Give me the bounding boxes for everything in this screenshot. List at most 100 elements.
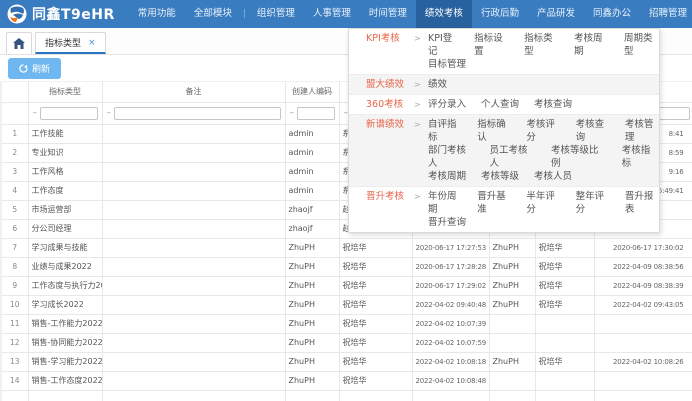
refresh-button[interactable]: 刷新 [8,58,61,79]
menu-category-label[interactable]: 360考核 [366,98,414,111]
menu-item[interactable]: 考核查询 [534,98,572,111]
table-cell: 祝培华 [535,352,594,371]
menu-item[interactable]: 员工考核人 [490,144,537,170]
menu-item[interactable]: 自评指标 [428,118,462,144]
menu-item[interactable]: 考核周期 [574,32,609,58]
table-cell [594,371,692,390]
table-cell [102,352,285,371]
empty-cell [28,390,102,401]
chevron-right-icon: > [414,118,428,131]
performance-menu-dropdown: KPI考核>KPI登记指标设置指标类型考核周期周期类型目标管理盟大绩效>绩效36… [348,28,660,233]
menu-item[interactable]: 目标管理 [428,58,466,71]
menu-item[interactable]: 考核评分 [526,118,560,144]
empty-cell [2,390,28,401]
table-cell: 销售-工作态度2022 [28,371,102,390]
menu-item[interactable]: 考核管理 [625,118,659,144]
table-cell: 销售-学习能力2022 [28,352,102,371]
table-cell [102,238,285,257]
menu-item[interactable]: 周期类型 [624,32,659,58]
column-header: 指标类型 [28,82,102,102]
table-row[interactable]: 8业绩与成果2022ZhuPH祝培华2020-06-17 17:28:28Zhu… [2,257,692,276]
table-cell: 市场运营部 [28,200,102,219]
table-cell [535,371,594,390]
filter-input[interactable] [114,107,281,120]
menu-item[interactable]: 考核人员 [534,170,572,183]
menu-item[interactable]: 评分录入 [428,98,466,111]
table-cell: ZhuPH [489,295,535,314]
menu-item[interactable]: 考核等级比例 [551,144,607,170]
table-cell: admin [285,181,339,200]
table-cell: 工作态度与执行力2022 [28,276,102,295]
menu-category-label[interactable]: 盟大绩效 [366,78,414,91]
nav-item[interactable]: 常用功能 [129,0,185,28]
menu-item[interactable]: 晋升查询 [428,216,466,229]
menu-item[interactable]: 绩效 [428,78,447,91]
filter-input[interactable] [297,107,335,120]
table-cell [102,276,285,295]
menu-item[interactable]: 指标类型 [524,32,559,58]
table-cell: 销售-工作能力2022 [28,314,102,333]
nav-item[interactable]: 绩效考核 [416,0,472,28]
filter-cell: – [285,102,339,124]
table-cell [102,200,285,219]
nav-item[interactable]: 全部模块 [185,0,241,28]
nav-item[interactable]: 同鑫办公 [584,0,640,28]
filter-menu-dash[interactable]: – [107,108,112,118]
table-row[interactable]: 12销售-协同能力2022ZhuPH祝培华2022-04-02 10:07:59 [2,333,692,352]
tab-indicator-type[interactable]: 指标类型 × [35,32,106,54]
nav-item[interactable]: 行政后勤 [472,0,528,28]
close-icon[interactable]: × [88,38,96,48]
menu-item[interactable]: 考核查询 [576,118,610,144]
menu-item[interactable]: 年份周期 [428,190,462,216]
menu-item[interactable]: 部门考核人 [428,144,475,170]
table-cell: 祝培华 [339,352,412,371]
filter-menu-dash[interactable]: – [290,108,295,118]
table-row[interactable]: 9工作态度与执行力2022ZhuPH祝培华2020-06-17 17:29:02… [2,276,692,295]
menu-item[interactable]: 个人查询 [481,98,519,111]
menu-category-label[interactable]: KPI考核 [366,32,414,45]
filter-menu-dash[interactable]: – [33,108,38,118]
top-navbar: 同鑫T9eHR 常用功能全部模块|组织管理人事管理时间管理绩效考核行政后勤产品研… [0,0,692,28]
menu-item[interactable]: KPI登记 [428,32,459,58]
home-tab[interactable] [6,32,32,54]
table-row[interactable]: 11销售-工作能力2022ZhuPH祝培华2022-04-02 10:07:39 [2,314,692,333]
row-number: 11 [2,314,28,333]
table-cell [102,371,285,390]
menu-item[interactable]: 晋升报表 [625,190,659,216]
table-cell [535,333,594,352]
nav-item[interactable]: 组织管理 [248,0,304,28]
table-cell: 祝培华 [339,371,412,390]
menu-item[interactable]: 半年评分 [526,190,560,216]
filter-input[interactable] [40,107,98,120]
filter-wrap: – [103,107,285,120]
menu-item[interactable]: 整年评分 [576,190,610,216]
tab-label: 指标类型 [45,36,81,49]
nav-item[interactable]: 招聘管理 [640,0,692,28]
table-cell: 工作技能 [28,124,102,143]
table-row[interactable]: 10学习成长2022ZhuPH祝培华2022-04-02 09:40:48Zhu… [2,295,692,314]
menu-section: 盟大绩效>绩效 [349,75,659,95]
row-number: 7 [2,238,28,257]
table-row[interactable]: 7学习成果与技能ZhuPH祝培华2020-06-17 17:27:53ZhuPH… [2,238,692,257]
nav-item[interactable]: 产品研发 [528,0,584,28]
empty-row [2,390,692,401]
menu-item[interactable]: 指标确认 [477,118,511,144]
menu-item[interactable]: 考核周期 [428,170,466,183]
menu-item[interactable]: 考核等级 [481,170,519,183]
nav-item[interactable]: 时间管理 [360,0,416,28]
empty-cell [594,390,692,401]
row-number: 14 [2,371,28,390]
menu-category-label[interactable]: 新谱绩效 [366,118,414,131]
menu-item[interactable]: 考核指标 [622,144,659,170]
table-row[interactable]: 13销售-学习能力2022ZhuPH祝培华2022-04-02 10:08:18… [2,352,692,371]
menu-category-label[interactable]: 晋升考核 [366,190,414,203]
chevron-right-icon: > [414,190,428,203]
menu-item[interactable]: 指标设置 [474,32,509,58]
nav-item[interactable]: 人事管理 [304,0,360,28]
empty-cell [285,390,339,401]
table-cell: 祝培华 [339,314,412,333]
table-cell: 分公司经理 [28,219,102,238]
table-row[interactable]: 14销售-工作态度2022ZhuPH祝培华2022-04-02 10:08:48 [2,371,692,390]
table-cell [489,371,535,390]
menu-item[interactable]: 晋升基准 [477,190,511,216]
